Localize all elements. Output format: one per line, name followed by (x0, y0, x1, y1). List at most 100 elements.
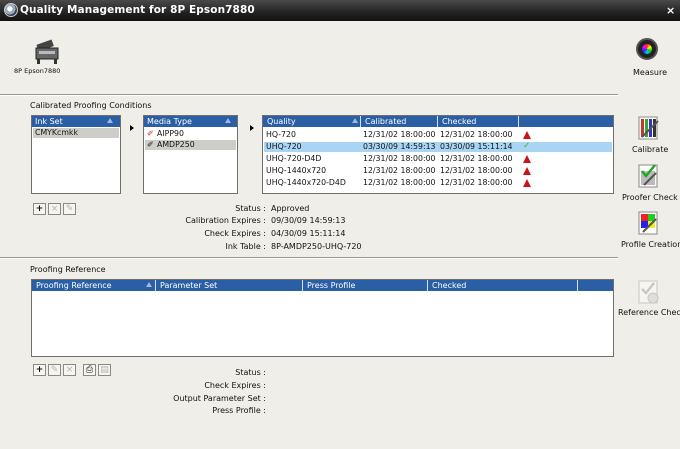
column-header-quality[interactable]: Quality (267, 117, 296, 127)
export-reference-button[interactable]: ▤ (98, 364, 111, 376)
app-icon (4, 3, 18, 17)
ink-set-item-label: CMYKcmkk (35, 128, 78, 137)
calibration-expires-value: 09/30/09 14:59:13 (271, 216, 346, 225)
section-title-proofing: Proofing Reference (30, 265, 106, 274)
column-separator (518, 116, 519, 127)
title-bar: Quality Management for 8P Epson7880 × (0, 0, 680, 21)
add-reference-button[interactable]: + (33, 364, 46, 376)
arrow-right-icon (250, 125, 254, 131)
media-item-label: AMDP250 (157, 140, 195, 149)
column-separator (437, 116, 438, 127)
media-type-list[interactable]: Media Type ✐ AIPP90 ✐ AMDP250 (143, 115, 238, 194)
table-row[interactable]: HQ-720 12/31/02 18:00:00 12/31/02 18:00:… (264, 130, 612, 140)
column-header-checked[interactable]: Checked (432, 281, 466, 291)
check-expires-label: Check Expires : (204, 229, 266, 238)
warning-icon (523, 179, 531, 187)
checked-cell: 03/30/09 15:11:14 (440, 142, 513, 151)
calibrated-cell: 03/30/09 14:59:13 (363, 142, 436, 151)
calibrated-cell: 12/31/02 18:00:00 (363, 130, 436, 139)
proofer-check-label[interactable]: Proofer Check (622, 193, 678, 202)
list-item[interactable]: CMYKcmkk (33, 128, 119, 138)
column-separator (155, 280, 156, 291)
ink-table-label: Ink Table : (225, 242, 266, 251)
edit-ink-set-button[interactable]: ✎ (63, 203, 76, 215)
calibrate-label[interactable]: Calibrate (632, 145, 668, 154)
table-row[interactable]: UHQ-720-D4D 12/31/02 18:00:00 12/31/02 1… (264, 154, 612, 164)
ink-table-value: 8P-AMDP250-UHQ-720 (271, 242, 362, 251)
section-title-calibrated: Calibrated Proofing Conditions (30, 101, 152, 110)
window-title: Quality Management for 8P Epson7880 (20, 4, 255, 16)
column-separator (577, 280, 578, 291)
status-value: Approved (271, 204, 310, 213)
press-profile-label: Press Profile : (212, 406, 266, 415)
media-black-icon: ✐ (147, 140, 154, 149)
printer-icon (35, 39, 59, 64)
profile-creation-icon[interactable] (636, 210, 662, 236)
warning-icon (523, 131, 531, 139)
reference-check-label[interactable]: Reference Check (618, 308, 680, 317)
quality-cell: UHQ-1440x720 (266, 166, 327, 175)
checked-cell: 12/31/02 18:00:00 (440, 154, 513, 163)
calibrate-icon[interactable] (636, 115, 662, 141)
quality-table[interactable]: Quality Calibrated Checked HQ-720 12/31/… (262, 115, 614, 194)
ink-set-header-label: Ink Set (35, 117, 63, 126)
table-row[interactable]: UHQ-720 03/30/09 14:59:13 03/30/09 15:11… (264, 141, 612, 152)
column-header-proofing-reference[interactable]: Proofing Reference (36, 281, 112, 291)
edit-reference-button[interactable]: ✎ (48, 364, 61, 376)
arrow-right-icon (130, 125, 134, 131)
column-header-press-profile[interactable]: Press Profile (307, 281, 355, 291)
warning-icon (523, 155, 531, 163)
import-reference-button[interactable]: ⎙ (83, 364, 96, 376)
add-ink-set-button[interactable]: + (33, 203, 46, 215)
media-item-label: AIPP90 (157, 129, 184, 138)
remove-ink-set-button[interactable]: × (48, 203, 61, 215)
calibration-expires-label: Calibration Expires : (185, 216, 266, 225)
column-separator (360, 116, 361, 127)
table-row[interactable]: UHQ-1440x720 12/31/02 18:00:00 12/31/02 … (264, 166, 612, 176)
warning-icon (523, 167, 531, 175)
status-label: Status : (235, 204, 266, 213)
quality-cell: UHQ-720-D4D (266, 154, 322, 163)
column-header-parameter-set[interactable]: Parameter Set (160, 281, 217, 291)
checked-cell: 12/31/02 18:00:00 (440, 178, 513, 187)
media-type-header[interactable]: Media Type (144, 116, 237, 127)
proofing-reference-table[interactable]: Proofing Reference Parameter Set Press P… (31, 279, 614, 357)
color-wheel-icon[interactable] (636, 38, 658, 60)
proofing-check-expires-label: Check Expires : (204, 381, 266, 390)
column-header-checked[interactable]: Checked (442, 117, 476, 127)
check-expires-value: 04/30/09 15:11:14 (271, 229, 346, 238)
proofing-table-header: Proofing Reference Parameter Set Press P… (32, 280, 613, 291)
column-separator (302, 280, 303, 291)
list-item[interactable]: ✐ AIPP90 (145, 129, 236, 139)
calibrated-cell: 12/31/02 18:00:00 (363, 178, 436, 187)
output-parameter-set-label: Output Parameter Set : (173, 394, 266, 403)
reference-check-icon[interactable] (636, 279, 662, 305)
sort-arrow-icon (225, 118, 231, 123)
column-header-calibrated[interactable]: Calibrated (365, 117, 406, 127)
close-icon[interactable]: × (666, 4, 675, 17)
quality-table-header: Quality Calibrated Checked (263, 116, 613, 127)
divider (0, 94, 618, 96)
sort-arrow-icon (107, 118, 113, 123)
ink-set-header[interactable]: Ink Set (32, 116, 120, 127)
media-type-header-label: Media Type (147, 117, 192, 126)
printer-label: 8P Epson7880 (14, 67, 61, 75)
proofer-check-icon[interactable] (636, 163, 662, 189)
remove-reference-button[interactable]: × (63, 364, 76, 376)
ink-set-list[interactable]: Ink Set CMYKcmkk (31, 115, 121, 194)
sort-arrow-icon (146, 282, 152, 287)
measure-button-label[interactable]: Measure (633, 68, 667, 77)
column-separator (427, 280, 428, 291)
table-row[interactable]: UHQ-1440x720-D4D 12/31/02 18:00:00 12/31… (264, 178, 612, 188)
checked-cell: 12/31/02 18:00:00 (440, 130, 513, 139)
quality-cell: UHQ-1440x720-D4D (266, 178, 346, 187)
calibrated-cell: 12/31/02 18:00:00 (363, 166, 436, 175)
quality-cell: UHQ-720 (266, 142, 302, 151)
list-item[interactable]: ✐ AMDP250 (145, 140, 236, 150)
quality-cell: HQ-720 (266, 130, 296, 139)
checked-cell: 12/31/02 18:00:00 (440, 166, 513, 175)
proofing-status-label: Status : (235, 368, 266, 377)
calibrated-cell: 12/31/02 18:00:00 (363, 154, 436, 163)
profile-creation-label[interactable]: Profile Creation (621, 240, 680, 249)
sort-arrow-icon (352, 118, 358, 123)
